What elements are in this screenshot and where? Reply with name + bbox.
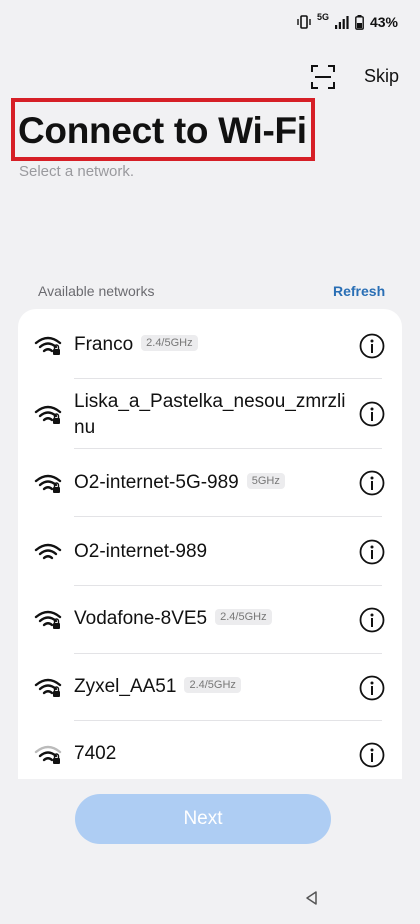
network-name: Vodafone-8VE5 2.4/5GHz (74, 608, 272, 630)
info-icon[interactable] (359, 470, 385, 496)
info-icon[interactable] (359, 539, 385, 565)
top-actions: Skip (0, 64, 420, 94)
network-name: Zyxel_AA51 2.4/5GHz (74, 676, 241, 698)
vibrate-icon (297, 15, 311, 29)
battery-icon (355, 14, 364, 30)
network-name-line2: nu (74, 417, 96, 438)
network-item-7402[interactable]: 7402 (18, 721, 402, 779)
network-name: Franco 2.4/5GHz (74, 334, 198, 356)
network-item-o2-5g[interactable]: O2-internet-5G-989 5GHz (18, 449, 402, 516)
wifi-secured-icon (34, 336, 62, 355)
band-badge: 5GHz (246, 472, 285, 489)
info-icon[interactable] (359, 742, 385, 768)
wifi-secured-icon (34, 610, 62, 629)
network-name: O2-internet-5G-989 5GHz (74, 472, 285, 494)
battery-percent: 43% (369, 14, 398, 30)
network-item-zyxel[interactable]: Zyxel_AA51 2.4/5GHz (18, 654, 402, 720)
page-title: Connect to Wi-Fi (18, 110, 307, 151)
page-subtitle: Select a network. (19, 163, 135, 180)
info-icon[interactable] (359, 401, 385, 427)
wifi-icon (34, 543, 62, 560)
next-button[interactable]: Next (75, 794, 331, 844)
network-name: 7402 (74, 743, 117, 764)
status-bar: 5G 43% (297, 12, 398, 30)
info-icon[interactable] (359, 675, 385, 701)
network-list: Franco 2.4/5GHz Liska_a_Pastelka_nesou_zm… (18, 309, 402, 779)
wifi-weak-secured-icon (34, 745, 62, 764)
band-badge: 2.4/5GHz (215, 608, 272, 625)
network-item-liska[interactable]: Liska_a_Pastelka_nesou_zmrzli nu (18, 379, 402, 448)
available-networks-label: Available networks (38, 283, 155, 299)
skip-button[interactable]: Skip (364, 66, 399, 87)
network-name: O2-internet-989 (74, 541, 208, 562)
wifi-secured-icon (34, 678, 62, 697)
network-item-franco[interactable]: Franco 2.4/5GHz (18, 309, 402, 378)
network-type-label: 5G (316, 12, 329, 22)
qr-scan-icon[interactable] (310, 64, 336, 90)
refresh-button[interactable]: Refresh (333, 283, 385, 299)
info-icon[interactable] (359, 333, 385, 359)
network-item-vodafone[interactable]: Vodafone-8VE5 2.4/5GHz (18, 586, 402, 653)
band-badge: 2.4/5GHz (184, 676, 241, 693)
network-item-o2[interactable]: O2-internet-989 (18, 517, 402, 585)
wifi-secured-icon (34, 405, 62, 424)
wifi-secured-icon (34, 474, 62, 493)
info-icon[interactable] (359, 607, 385, 633)
signal-icon (334, 15, 349, 29)
nav-back-icon[interactable] (304, 890, 320, 906)
band-badge: 2.4/5GHz (141, 334, 198, 351)
network-name-line1: Liska_a_Pastelka_nesou_zmrzli (74, 391, 346, 412)
